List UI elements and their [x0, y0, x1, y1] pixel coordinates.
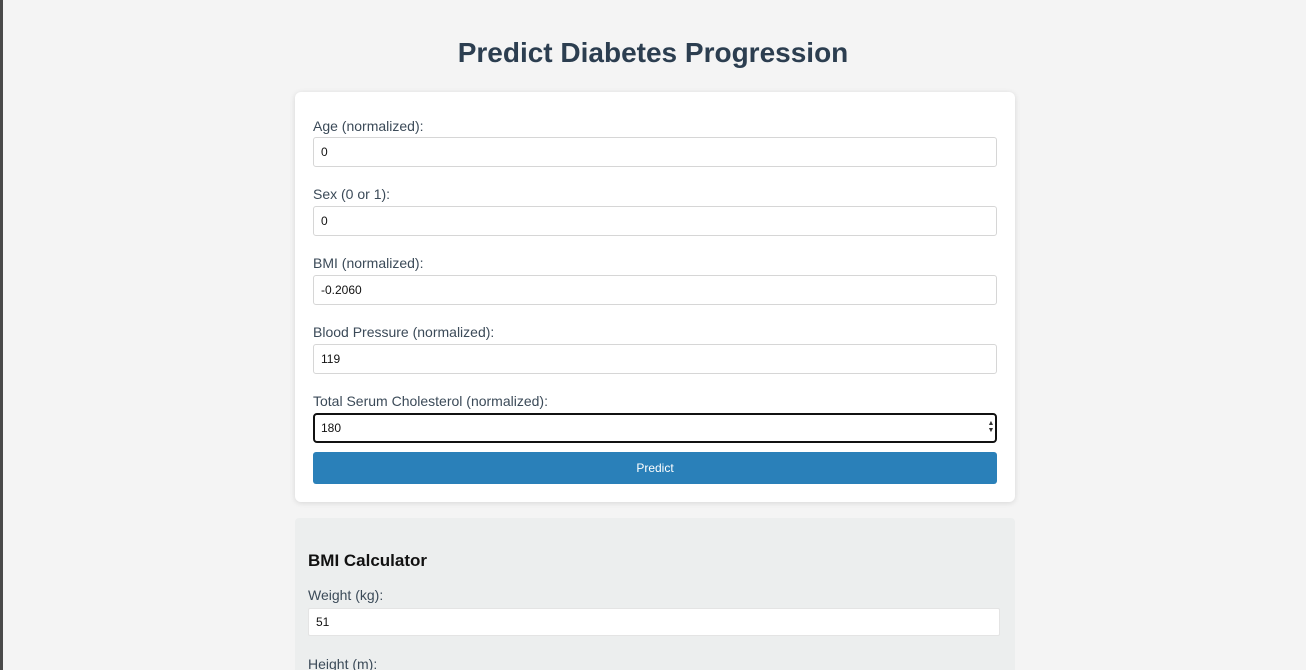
weight-input[interactable]	[308, 608, 1000, 636]
bmi-label: BMI (normalized):	[313, 255, 424, 271]
blood-pressure-input[interactable]	[313, 344, 997, 374]
age-label: Age (normalized):	[313, 118, 424, 134]
height-label: Height (m):	[308, 656, 378, 670]
age-input[interactable]	[313, 137, 997, 167]
weight-label: Weight (kg):	[308, 587, 384, 603]
predict-button[interactable]: Predict	[313, 452, 997, 484]
cholesterol-input[interactable]	[313, 413, 997, 443]
number-spinner-icon[interactable]: ▲ ▼	[987, 420, 995, 434]
bmi-input[interactable]	[313, 275, 997, 305]
sex-input[interactable]	[313, 206, 997, 236]
blood-pressure-label: Blood Pressure (normalized):	[313, 324, 495, 340]
prediction-form: Age (normalized): Sex (0 or 1): BMI (nor…	[295, 92, 1015, 502]
sex-label: Sex (0 or 1):	[313, 186, 391, 202]
cholesterol-label: Total Serum Cholesterol (normalized):	[313, 393, 548, 409]
bmi-calculator-panel: BMI Calculator Weight (kg): Height (m):	[295, 518, 1015, 670]
bmi-calculator-title: BMI Calculator	[308, 551, 428, 570]
window-edge	[0, 0, 3, 670]
page-title: Predict Diabetes Progression	[457, 37, 849, 68]
